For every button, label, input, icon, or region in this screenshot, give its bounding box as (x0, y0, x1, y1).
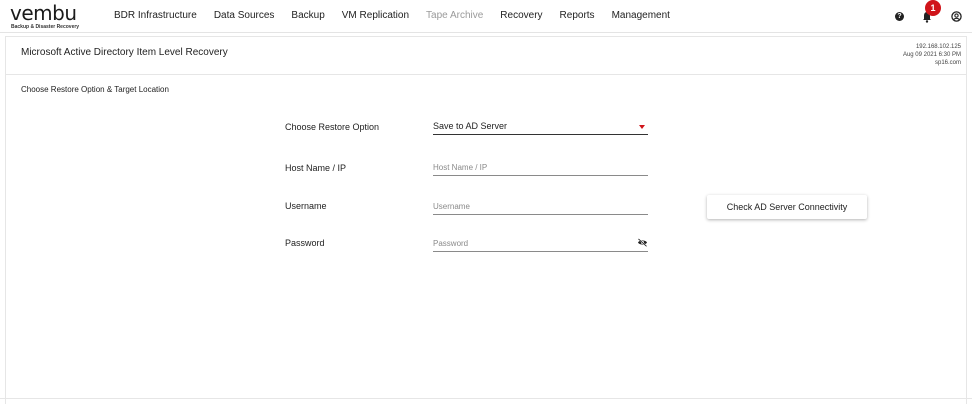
panel-header: Microsoft Active Directory Item Level Re… (6, 37, 966, 75)
password-label: Password (285, 238, 325, 248)
restore-option-select[interactable]: Save to AD Server (433, 119, 648, 135)
nav-item-recovery[interactable]: Recovery (500, 10, 542, 21)
password-placeholder: Password (433, 239, 469, 248)
nav-item-data-sources[interactable]: Data Sources (214, 10, 275, 21)
nav-item-vm-replication[interactable]: VM Replication (342, 10, 409, 21)
nav-item-management[interactable]: Management (612, 10, 670, 21)
nav-item-bdr-infrastructure[interactable]: BDR Infrastructure (114, 10, 197, 21)
nav-item-tape-archive: Tape Archive (426, 10, 484, 21)
restore-option-label: Choose Restore Option (285, 122, 380, 132)
password-input[interactable]: Password (433, 236, 648, 252)
eye-off-icon[interactable] (637, 238, 648, 247)
restore-option-value: Save to AD Server (433, 121, 508, 131)
server-datetime: Aug 09 2021 6:30 PM (902, 52, 961, 58)
host-input[interactable]: Host Name / IP (433, 160, 648, 176)
username-input[interactable]: Username (433, 199, 648, 215)
logo-word: vembu (10, 1, 77, 25)
main-nav: BDR Infrastructure Data Sources Backup V… (114, 10, 687, 21)
check-ad-server-connectivity-button[interactable]: Check AD Server Connectivity (707, 195, 867, 219)
caret-down-icon[interactable] (639, 125, 645, 129)
username-label: Username (285, 201, 327, 211)
nav-item-backup[interactable]: Backup (291, 10, 324, 21)
recovery-panel: Microsoft Active Directory Item Level Re… (5, 36, 967, 404)
notification-count-badge[interactable]: 1 (925, 0, 941, 16)
logo-tagline: Backup & Disaster Recovery (11, 24, 80, 30)
help-icon[interactable]: ? (895, 12, 904, 21)
host-label: Host Name / IP (285, 163, 347, 173)
bottom-divider (0, 398, 972, 399)
host-placeholder: Host Name / IP (433, 163, 488, 172)
top-navigation-bar: vembu Backup & Disaster Recovery BDR Inf… (0, 0, 972, 33)
server-ip: 192.168.102.125 (915, 44, 961, 50)
user-icon[interactable] (951, 11, 962, 22)
page-title: Microsoft Active Directory Item Level Re… (21, 47, 228, 58)
nav-item-reports[interactable]: Reports (560, 10, 595, 21)
server-name: sp16.com (934, 60, 961, 66)
vembu-logo[interactable]: vembu Backup & Disaster Recovery (10, 1, 90, 31)
section-title: Choose Restore Option & Target Location (21, 85, 169, 94)
username-placeholder: Username (433, 202, 470, 211)
server-info: 192.168.102.125 Aug 09 2021 6:30 PM sp16… (903, 43, 961, 67)
